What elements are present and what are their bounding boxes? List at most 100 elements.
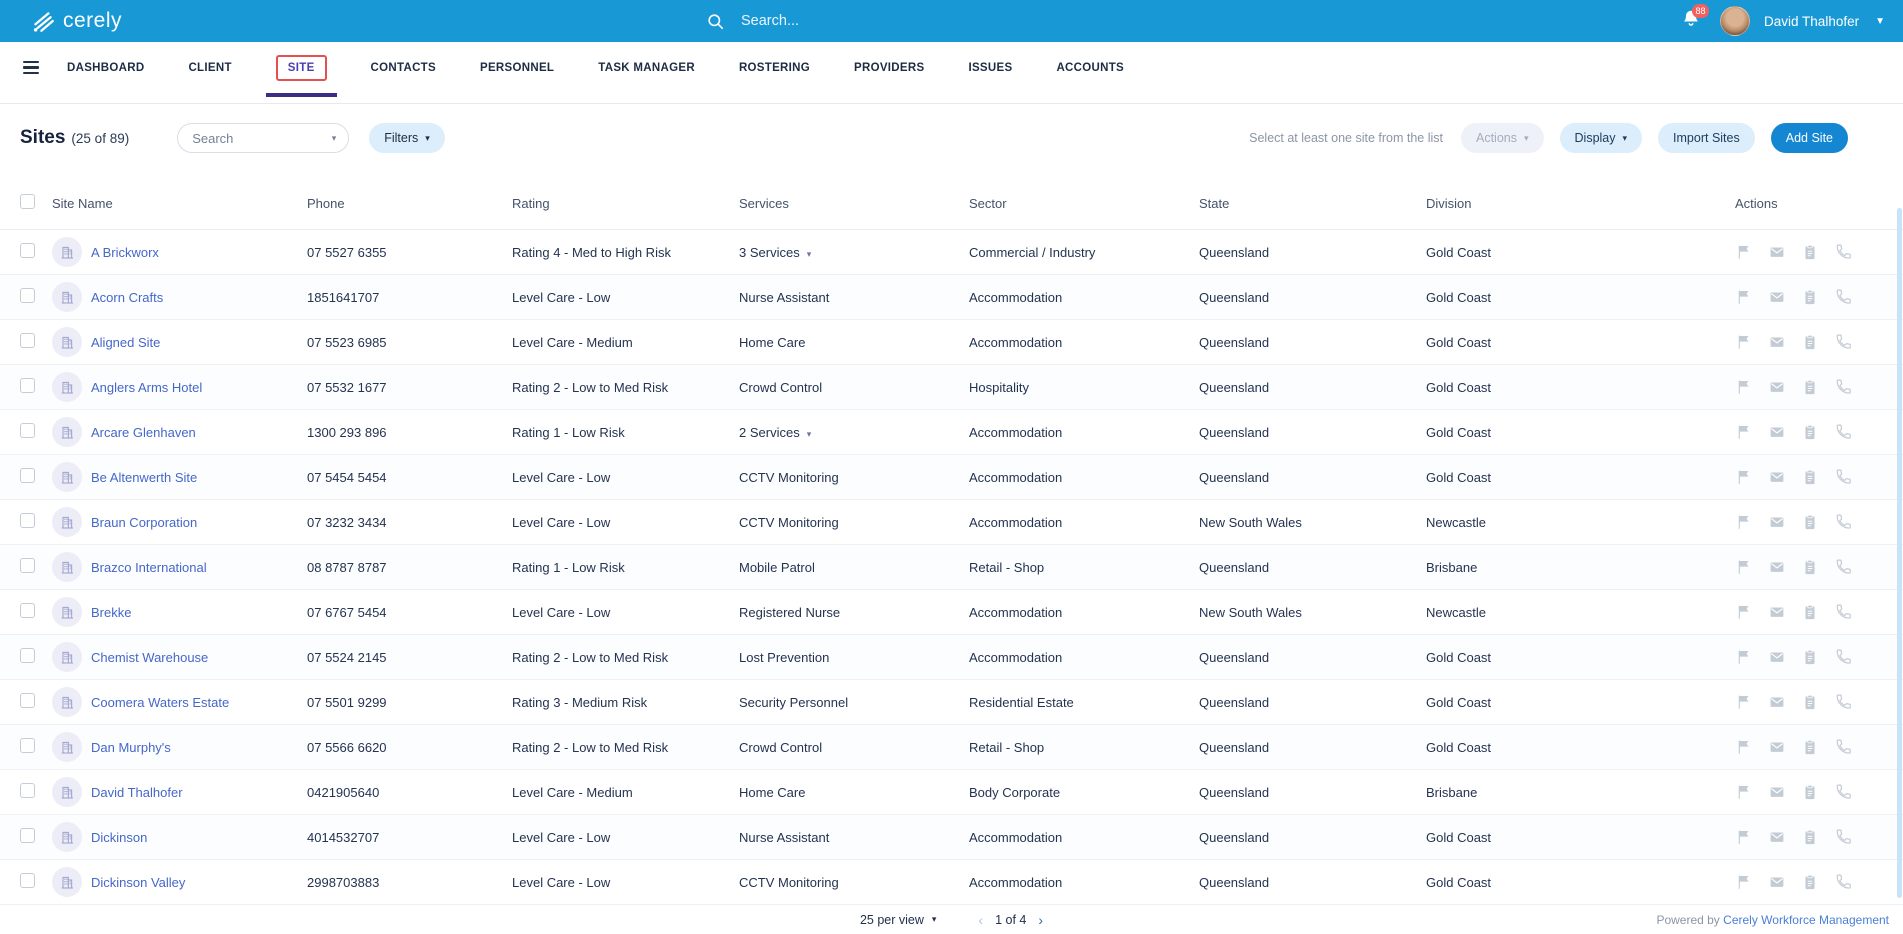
site-name-link[interactable]: Dickinson Valley <box>91 875 185 890</box>
nav-item-client[interactable]: CLIENT <box>188 62 231 74</box>
nav-item-personnel[interactable]: PERSONNEL <box>480 62 554 74</box>
column-header-sector[interactable]: Sector <box>969 196 1199 211</box>
clipboard-icon[interactable] <box>1801 648 1819 666</box>
mail-icon[interactable] <box>1768 873 1786 891</box>
flag-icon[interactable] <box>1735 693 1753 711</box>
previous-page-button[interactable]: ‹ <box>978 912 983 928</box>
next-page-button[interactable]: › <box>1038 912 1043 928</box>
phone-icon[interactable] <box>1834 693 1852 711</box>
phone-icon[interactable] <box>1834 243 1852 261</box>
row-checkbox[interactable] <box>20 693 35 708</box>
row-checkbox[interactable] <box>20 738 35 753</box>
nav-item-task-manager[interactable]: TASK MANAGER <box>598 62 695 74</box>
site-name-link[interactable]: Arcare Glenhaven <box>91 425 196 440</box>
row-checkbox[interactable] <box>20 513 35 528</box>
phone-icon[interactable] <box>1834 558 1852 576</box>
site-name-link[interactable]: Brekke <box>91 605 131 620</box>
clipboard-icon[interactable] <box>1801 378 1819 396</box>
row-checkbox[interactable] <box>20 603 35 618</box>
site-name-link[interactable]: Be Altenwerth Site <box>91 470 197 485</box>
row-checkbox[interactable] <box>20 288 35 303</box>
mail-icon[interactable] <box>1768 783 1786 801</box>
vertical-scrollbar[interactable] <box>1897 208 1902 898</box>
flag-icon[interactable] <box>1735 468 1753 486</box>
nav-item-site[interactable]: SITE <box>265 54 337 97</box>
phone-icon[interactable] <box>1834 513 1852 531</box>
flag-icon[interactable] <box>1735 558 1753 576</box>
flag-icon[interactable] <box>1735 423 1753 441</box>
column-header-services[interactable]: Services <box>739 196 969 211</box>
mail-icon[interactable] <box>1768 558 1786 576</box>
row-checkbox[interactable] <box>20 468 35 483</box>
flag-icon[interactable] <box>1735 378 1753 396</box>
brand-logo[interactable]: cerely <box>30 8 122 34</box>
mail-icon[interactable] <box>1768 423 1786 441</box>
row-checkbox[interactable] <box>20 423 35 438</box>
phone-icon[interactable] <box>1834 783 1852 801</box>
column-header-phone[interactable]: Phone <box>307 196 512 211</box>
clipboard-icon[interactable] <box>1801 423 1819 441</box>
mail-icon[interactable] <box>1768 648 1786 666</box>
clipboard-icon[interactable] <box>1801 693 1819 711</box>
flag-icon[interactable] <box>1735 243 1753 261</box>
column-header-site-name[interactable]: Site Name <box>52 196 307 211</box>
clipboard-icon[interactable] <box>1801 513 1819 531</box>
global-search[interactable]: Search... <box>706 0 799 42</box>
mail-icon[interactable] <box>1768 378 1786 396</box>
powered-by-link[interactable]: Cerely Workforce Management <box>1723 913 1889 927</box>
column-header-rating[interactable]: Rating <box>512 196 739 211</box>
site-name-link[interactable]: Acorn Crafts <box>91 290 163 305</box>
site-name-link[interactable]: Anglers Arms Hotel <box>91 380 202 395</box>
nav-item-contacts[interactable]: CONTACTS <box>371 62 436 74</box>
row-checkbox[interactable] <box>20 828 35 843</box>
phone-icon[interactable] <box>1834 828 1852 846</box>
filters-button[interactable]: Filters ▾ <box>369 123 445 153</box>
display-button[interactable]: Display ▾ <box>1559 123 1643 153</box>
flag-icon[interactable] <box>1735 783 1753 801</box>
site-name-link[interactable]: Dan Murphy's <box>91 740 171 755</box>
flag-icon[interactable] <box>1735 828 1753 846</box>
clipboard-icon[interactable] <box>1801 558 1819 576</box>
flag-icon[interactable] <box>1735 513 1753 531</box>
phone-icon[interactable] <box>1834 738 1852 756</box>
nav-item-providers[interactable]: PROVIDERS <box>854 62 924 74</box>
per-view-select[interactable]: 25 per view ▾ <box>860 913 936 927</box>
mail-icon[interactable] <box>1768 468 1786 486</box>
phone-icon[interactable] <box>1834 288 1852 306</box>
avatar[interactable] <box>1720 6 1751 36</box>
user-menu-chevron-down-icon[interactable]: ▼ <box>1875 16 1885 27</box>
phone-icon[interactable] <box>1834 378 1852 396</box>
hamburger-menu-icon[interactable] <box>23 60 39 75</box>
add-site-button[interactable]: Add Site <box>1770 123 1848 153</box>
mail-icon[interactable] <box>1768 243 1786 261</box>
row-checkbox[interactable] <box>20 333 35 348</box>
clipboard-icon[interactable] <box>1801 873 1819 891</box>
row-checkbox[interactable] <box>20 558 35 573</box>
nav-item-dashboard[interactable]: DASHBOARD <box>67 62 144 74</box>
phone-icon[interactable] <box>1834 423 1852 441</box>
flag-icon[interactable] <box>1735 648 1753 666</box>
column-header-actions[interactable]: Actions <box>1688 196 1903 211</box>
site-name-link[interactable]: Aligned Site <box>91 335 160 350</box>
phone-icon[interactable] <box>1834 333 1852 351</box>
notifications-button[interactable]: 88 <box>1680 4 1710 34</box>
phone-icon[interactable] <box>1834 648 1852 666</box>
clipboard-icon[interactable] <box>1801 468 1819 486</box>
column-header-division[interactable]: Division <box>1426 196 1688 211</box>
site-name-link[interactable]: Coomera Waters Estate <box>91 695 229 710</box>
row-checkbox[interactable] <box>20 243 35 258</box>
site-name-link[interactable]: Dickinson <box>91 830 147 845</box>
mail-icon[interactable] <box>1768 288 1786 306</box>
nav-item-issues[interactable]: ISSUES <box>968 62 1012 74</box>
mail-icon[interactable] <box>1768 513 1786 531</box>
mail-icon[interactable] <box>1768 333 1786 351</box>
mail-icon[interactable] <box>1768 828 1786 846</box>
services-chevron-down-icon[interactable]: ▾ <box>807 429 812 439</box>
nav-item-rostering[interactable]: ROSTERING <box>739 62 810 74</box>
clipboard-icon[interactable] <box>1801 243 1819 261</box>
site-name-link[interactable]: David Thalhofer <box>91 785 183 800</box>
phone-icon[interactable] <box>1834 603 1852 621</box>
row-checkbox[interactable] <box>20 648 35 663</box>
phone-icon[interactable] <box>1834 468 1852 486</box>
site-name-link[interactable]: Brazco International <box>91 560 207 575</box>
